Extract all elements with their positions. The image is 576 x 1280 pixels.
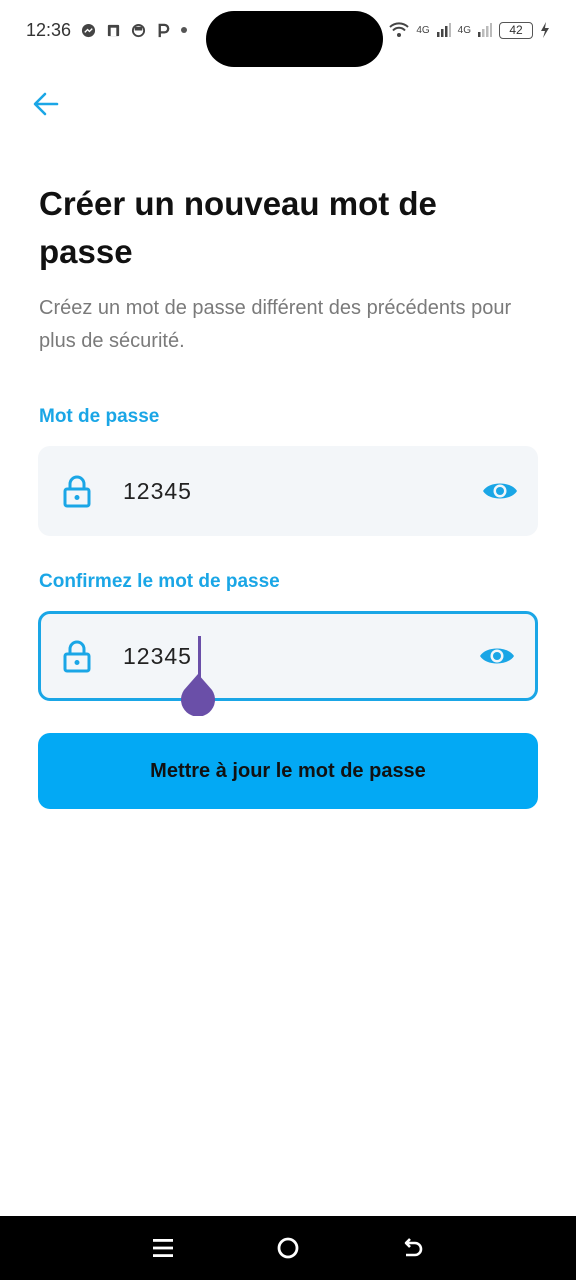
navigation-bar — [0, 1216, 576, 1280]
signal-icon — [436, 23, 451, 37]
messenger-icon — [81, 23, 96, 37]
recent-apps-button[interactable] — [148, 1233, 178, 1263]
password-input[interactable]: 12345 — [123, 478, 482, 505]
network-type-1: 4G — [416, 24, 430, 36]
page-subtitle: Créez un mot de passe différent des préc… — [39, 297, 512, 352]
password-field[interactable]: 12345 — [38, 446, 538, 536]
home-circle-icon — [277, 1237, 299, 1259]
back-button[interactable] — [26, 84, 66, 124]
page-title: Créer un nouveau mot de passe — [39, 185, 437, 270]
update-password-button[interactable]: Mettre à jour le mot de passe — [38, 733, 538, 809]
password-label: Mot de passe — [39, 406, 160, 427]
screen: 12:36 4G 4G 42 Créer un nouveau mot de p… — [0, 0, 576, 1280]
network-type-2: 4G — [457, 24, 471, 36]
confirm-password-label: Confirmez le mot de passe — [39, 571, 280, 592]
menu-icon — [152, 1239, 173, 1257]
signal-icon-2 — [478, 23, 492, 37]
eye-icon[interactable] — [479, 644, 515, 668]
home-button[interactable] — [273, 1233, 303, 1263]
back-nav-button[interactable] — [398, 1233, 428, 1263]
camera-notch — [206, 11, 383, 67]
circle-app-icon — [131, 23, 146, 37]
battery-indicator: 42 — [499, 21, 533, 39]
arrow-left-icon — [33, 92, 59, 116]
notification-dot-icon — [181, 27, 188, 33]
app-icon — [107, 24, 120, 36]
lock-icon — [63, 640, 91, 673]
lock-icon — [63, 475, 91, 508]
confirm-password-field[interactable]: 12345 — [38, 611, 538, 701]
confirm-password-input[interactable]: 12345 — [123, 643, 479, 670]
charging-icon — [541, 22, 549, 38]
eye-icon[interactable] — [482, 479, 518, 503]
status-time: 12:36 — [26, 19, 72, 40]
p-app-icon — [158, 23, 170, 37]
caret-handle-icon[interactable] — [180, 674, 216, 716]
back-icon — [405, 1238, 423, 1257]
wifi-icon — [389, 22, 410, 37]
